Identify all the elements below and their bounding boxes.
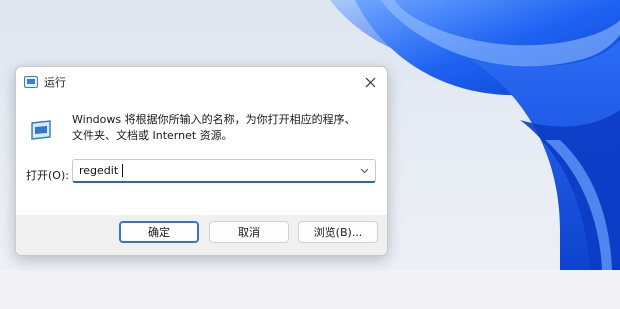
desktop: 运行 Windows 将根据你所输入的名称，为你打开相应的程序、 文件夹、文档或…: [0, 0, 620, 309]
description-line-1: Windows 将根据你所输入的名称，为你打开相应的程序、: [72, 113, 356, 126]
open-label: 打开(O):: [26, 169, 69, 182]
dialog-body: Windows 将根据你所输入的名称，为你打开相应的程序、 文件夹、文档或 In…: [16, 97, 387, 215]
run-icon: [31, 120, 51, 140]
title-bar[interactable]: 运行: [16, 67, 387, 97]
close-button[interactable]: [353, 67, 387, 97]
command-input[interactable]: regedit: [79, 164, 118, 177]
browse-button[interactable]: 浏览(B)...: [298, 221, 378, 243]
dialog-description: Windows 将根据你所输入的名称，为你打开相应的程序、 文件夹、文档或 In…: [72, 112, 372, 144]
close-icon: [365, 77, 375, 87]
ok-button[interactable]: 确定: [119, 221, 199, 243]
dialog-footer: 确定 取消 浏览(B)...: [16, 215, 387, 255]
text-caret: [122, 164, 123, 177]
run-icon: [24, 76, 38, 88]
run-dialog: 运行 Windows 将根据你所输入的名称，为你打开相应的程序、 文件夹、文档或…: [15, 66, 388, 256]
command-combobox[interactable]: regedit: [72, 159, 376, 183]
dialog-title: 运行: [44, 76, 66, 89]
cancel-button[interactable]: 取消: [209, 221, 289, 243]
chevron-down-icon[interactable]: [360, 166, 369, 175]
description-line-2: 文件夹、文档或 Internet 资源。: [72, 129, 233, 142]
taskbar: [0, 270, 620, 309]
